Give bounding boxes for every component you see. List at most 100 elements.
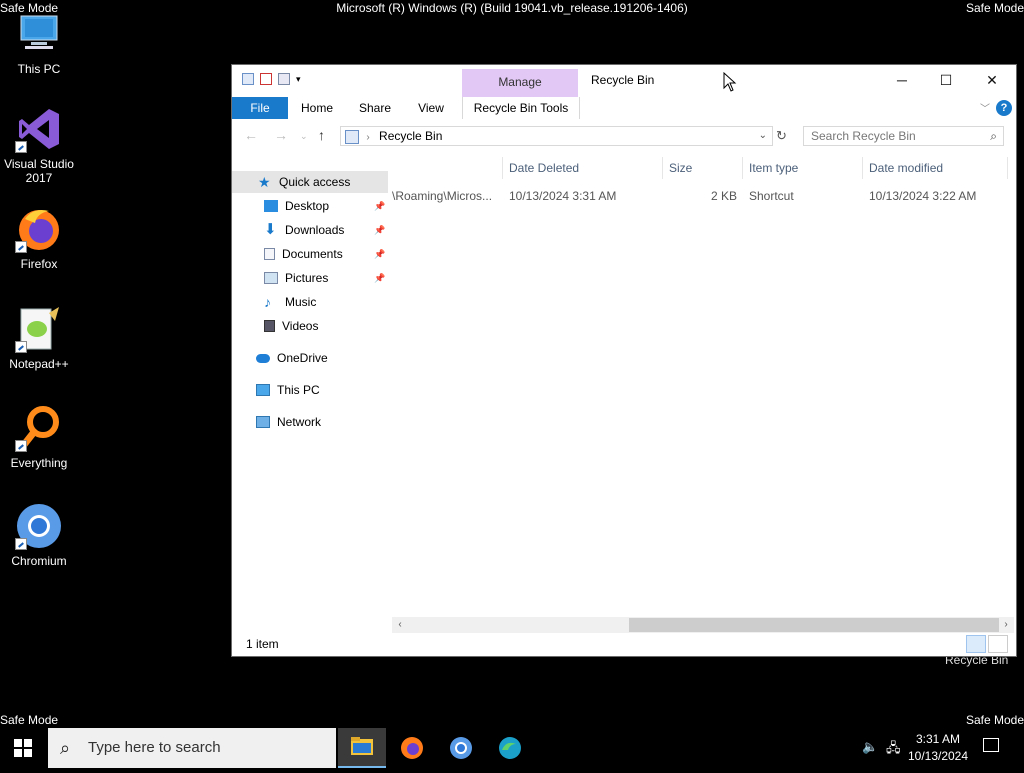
properties-icon[interactable] — [260, 73, 272, 85]
minimize-button[interactable]: ─ — [880, 65, 924, 95]
expand-ribbon-icon[interactable]: ﹀ — [980, 100, 990, 115]
horizontal-scrollbar[interactable]: ‹ › — [392, 617, 1014, 633]
recycle-bin-small-icon — [345, 130, 359, 144]
navigation-pane: ★ Quick access Desktop 📌 ⬇ Downloads 📌 D… — [232, 165, 390, 615]
view-toggle — [966, 635, 1008, 653]
desktop-icon-label: Chromium — [11, 554, 67, 568]
breadcrumb[interactable]: Recycle Bin — [379, 129, 442, 143]
tab-recycle-bin-tools[interactable]: Recycle Bin Tools — [462, 97, 580, 119]
pin-icon[interactable]: 📌 — [374, 273, 385, 284]
column-header-size[interactable]: Size — [663, 157, 743, 179]
scrollbar-thumb[interactable] — [629, 618, 999, 632]
visual-studio-icon — [15, 105, 63, 153]
nav-item-this-pc[interactable]: This PC — [256, 379, 320, 401]
title-bar[interactable]: ▾ Manage Recycle Bin ─ ☐ ✕ — [232, 65, 1016, 99]
pictures-icon — [264, 272, 278, 284]
taskbar-edge[interactable] — [486, 728, 534, 768]
chevron-down-icon[interactable]: ▾ — [296, 73, 308, 85]
pin-icon[interactable]: 📌 — [374, 201, 385, 212]
desktop-icon-chromium[interactable]: Chromium — [0, 502, 78, 568]
chromium-icon — [450, 737, 472, 759]
details-view-icon[interactable] — [966, 635, 986, 653]
tab-view[interactable]: View — [412, 97, 450, 119]
refresh-icon[interactable]: ↻ — [776, 128, 787, 144]
column-header-date-modified[interactable]: Date modified — [863, 157, 1008, 179]
forward-arrow-icon[interactable]: → — [274, 127, 288, 143]
taskbar-chromium[interactable] — [437, 728, 485, 768]
scroll-right-arrow-icon[interactable]: › — [998, 617, 1014, 633]
system-clock[interactable]: 3:31 AM 10/13/2024 — [896, 731, 980, 765]
nav-item-label: Documents — [282, 247, 343, 261]
mouse-cursor-icon — [723, 72, 737, 92]
help-icon[interactable]: ? — [996, 100, 1012, 116]
desktop-icon-label: This PC — [17, 62, 61, 76]
firefox-icon — [15, 205, 63, 253]
recycle-bin-small-icon — [242, 73, 254, 85]
up-arrow-icon[interactable]: ↑ — [318, 127, 325, 143]
nav-item-music[interactable]: ♪ Music — [264, 291, 316, 313]
clock-time: 3:31 AM — [915, 732, 961, 746]
desktop-icon-firefox[interactable]: Firefox — [0, 205, 78, 271]
computer-icon — [15, 10, 63, 58]
tab-home[interactable]: Home — [296, 97, 338, 119]
volume-muted-icon[interactable]: 🔈 — [862, 739, 878, 755]
scroll-left-arrow-icon[interactable]: ‹ — [392, 617, 408, 633]
nav-item-pictures[interactable]: Pictures — [264, 267, 328, 289]
chromium-icon — [15, 502, 63, 550]
notepad-plus-plus-icon — [15, 305, 63, 353]
nav-item-label: Pictures — [285, 271, 329, 285]
quick-access-toolbar: ▾ — [242, 73, 308, 85]
tab-share[interactable]: Share — [354, 97, 396, 119]
nav-item-videos[interactable]: Videos — [264, 315, 318, 337]
taskbar-file-explorer[interactable] — [338, 728, 386, 768]
tab-file[interactable]: File — [232, 97, 288, 119]
firefox-icon — [401, 737, 423, 759]
column-header-date-deleted[interactable]: Date Deleted — [503, 157, 663, 179]
notification-center-icon[interactable] — [983, 738, 999, 752]
column-header-item-type[interactable]: Item type — [743, 157, 863, 179]
shortcut-arrow-icon — [15, 241, 27, 253]
shortcut-arrow-icon — [15, 341, 27, 353]
desktop-icon-notepad-plus-plus[interactable]: Notepad++ — [0, 305, 78, 371]
computer-icon — [256, 384, 270, 396]
taskbar-firefox[interactable] — [388, 728, 436, 768]
recent-locations-chevron-icon[interactable]: ⌄ — [300, 131, 308, 142]
nav-item-desktop[interactable]: Desktop — [264, 195, 329, 217]
column-header-original-location[interactable] — [392, 157, 503, 179]
windows-start-icon[interactable] — [14, 739, 32, 757]
search-placeholder: Search Recycle Bin — [811, 129, 916, 143]
star-icon: ★ — [258, 174, 271, 190]
search-icon: ⌕ — [990, 129, 997, 143]
search-input[interactable]: Search Recycle Bin ⌕ — [803, 126, 1004, 146]
nav-item-downloads[interactable]: ⬇ Downloads — [264, 219, 344, 241]
back-arrow-icon[interactable]: ← — [244, 127, 258, 143]
safe-mode-label-bottom-right: Safe Mode — [965, 713, 1024, 727]
nav-item-documents[interactable]: Documents — [264, 243, 343, 265]
close-button[interactable]: ✕ — [970, 65, 1014, 95]
nav-item-network[interactable]: Network — [256, 411, 321, 433]
desktop-icon-this-pc[interactable]: This PC — [0, 10, 78, 76]
cell-item-type: Shortcut — [749, 189, 794, 203]
shortcut-arrow-icon — [15, 538, 27, 550]
tab-manage[interactable]: Manage — [462, 69, 578, 99]
pin-icon[interactable]: 📌 — [374, 249, 385, 260]
large-icons-view-icon[interactable] — [988, 635, 1008, 653]
chevron-down-icon[interactable]: ⌄ — [759, 127, 767, 145]
pin-icon[interactable]: 📌 — [374, 225, 385, 236]
new-folder-icon[interactable] — [278, 73, 290, 85]
breadcrumb-chevron-icon: › — [366, 132, 370, 143]
cell-date-deleted: 10/13/2024 3:31 AM — [509, 189, 617, 203]
address-bar[interactable]: › Recycle Bin ⌄ — [340, 126, 773, 146]
window-title: Recycle Bin — [591, 73, 655, 87]
safe-mode-label-bottom-left: Safe Mode — [0, 713, 59, 727]
desktop-icon-everything[interactable]: Everything — [0, 404, 78, 470]
desktop-icon-visual-studio[interactable]: Visual Studio 2017 — [0, 105, 78, 185]
maximize-button[interactable]: ☐ — [924, 65, 968, 95]
taskbar-search-box[interactable]: ⌕ Type here to search — [48, 728, 336, 768]
table-row[interactable]: \Roaming\Micros... 10/13/2024 3:31 AM 2 … — [392, 185, 1012, 207]
music-note-icon: ♪ — [264, 294, 271, 310]
nav-item-quick-access[interactable]: ★ Quick access — [232, 171, 388, 193]
nav-item-onedrive[interactable]: OneDrive — [256, 347, 328, 369]
column-headers: Date Deleted Size Item type Date modifie… — [392, 157, 1012, 179]
film-icon — [264, 320, 275, 332]
